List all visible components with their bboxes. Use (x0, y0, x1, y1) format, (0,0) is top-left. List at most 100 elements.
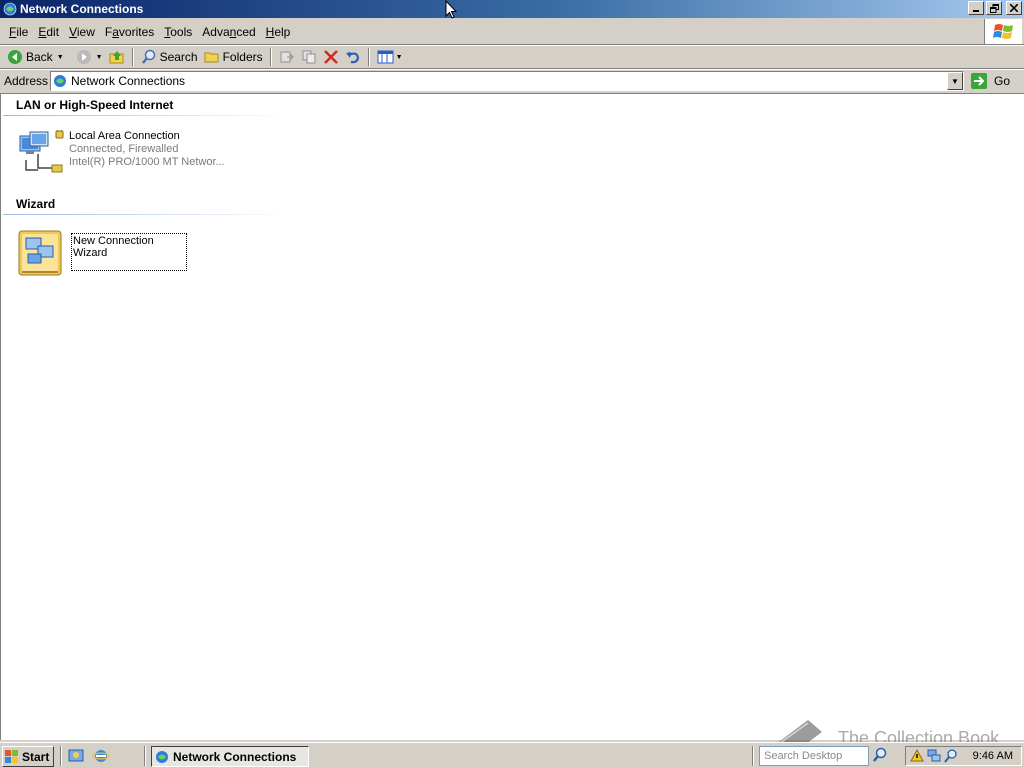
back-arrow-icon (8, 50, 22, 64)
desktop-search-input[interactable]: Search Desktop (759, 746, 869, 766)
toolbar-divider (131, 48, 134, 66)
address-value: Network Connections (71, 74, 186, 88)
new-connection-wizard-label[interactable]: New Connection Wizard (71, 233, 187, 271)
menu-favorites[interactable]: Favorites (100, 25, 159, 39)
windows-flag-icon (992, 24, 1013, 39)
network-connections-icon (3, 2, 17, 16)
go-label: Go (994, 74, 1011, 88)
quick-launch (68, 748, 110, 764)
local-area-connection-text: Local Area Connection Connected, Firewal… (69, 130, 225, 180)
back-dropdown-icon[interactable]: ▼ (57, 54, 64, 61)
minimize-icon (973, 10, 979, 12)
folders-icon (204, 52, 219, 63)
menu-accelerator: E (38, 25, 47, 39)
system-tray: 9:46 AM (905, 746, 1022, 766)
close-icon (1010, 4, 1018, 12)
minimize-button[interactable] (968, 1, 984, 15)
group-divider (3, 214, 293, 215)
standard-toolbar: Back ▼ ▼ Search Folders ▼ (0, 46, 1024, 68)
views-dropdown-icon[interactable]: ▼ (396, 54, 403, 61)
task-label: Network Connections (173, 749, 297, 764)
move-to-button[interactable] (276, 47, 298, 67)
connection-wizard-icon (18, 230, 62, 276)
mouse-cursor-icon (445, 0, 457, 19)
new-connection-wizard-item[interactable] (16, 228, 66, 278)
network-tray-icon[interactable] (927, 749, 941, 763)
clock: 9:46 AM (972, 750, 1013, 762)
taskbar: Start Network Connections Search Desktop… (0, 742, 1024, 768)
menu-bar: File Edit View Favorites Tools Advanced … (0, 22, 1024, 42)
forward-dropdown-icon[interactable]: ▼ (96, 54, 103, 61)
menu-accelerator: n (229, 25, 237, 39)
taskbar-divider (752, 746, 754, 766)
internet-explorer-icon[interactable] (92, 748, 110, 764)
address-field[interactable]: Network Connections ▼ (50, 71, 964, 91)
show-desktop-icon[interactable] (68, 748, 86, 764)
group-header-wizard: Wizard (16, 197, 56, 211)
forward-arrow-icon (76, 50, 91, 64)
menu-view[interactable]: View (64, 25, 100, 39)
taskbar-divider (60, 746, 62, 766)
network-connections-icon (54, 75, 66, 87)
taskbar-button-network-connections[interactable]: Network Connections (151, 746, 309, 767)
copy-to-button[interactable] (298, 47, 320, 67)
menu-accelerator: a (112, 25, 119, 39)
up-folder-button[interactable] (106, 47, 128, 67)
menu-advanced[interactable]: Advanced (197, 25, 260, 39)
group-header-lan: LAN or High-Speed Internet (16, 98, 174, 112)
menu-file[interactable]: File (4, 25, 33, 39)
window-title: Network Connections (20, 2, 144, 16)
network-connections-icon (156, 750, 168, 763)
desktop-search-placeholder: Search Desktop (764, 750, 843, 762)
folders-button[interactable]: Folders (201, 47, 266, 67)
toolbar-divider (367, 48, 370, 66)
title-bar[interactable]: Network Connections (0, 0, 1024, 18)
search-icon (141, 49, 155, 64)
back-button[interactable]: Back ▼ (4, 47, 67, 67)
connection-device: Intel(R) PRO/1000 MT Networ... (69, 156, 225, 168)
search-label: Search (159, 50, 198, 64)
caption-buttons (968, 1, 1022, 15)
folders-label: Folders (222, 50, 263, 64)
windows-logo (984, 19, 1022, 45)
search-button[interactable]: Search (138, 47, 201, 67)
views-icon (377, 50, 394, 64)
go-arrow-icon (971, 73, 987, 89)
menu-accelerator: T (164, 25, 171, 39)
undo-icon (345, 52, 359, 64)
windows-flag-icon (5, 750, 18, 763)
desktop-search-button[interactable] (872, 747, 888, 766)
connection-name: Local Area Connection (69, 130, 180, 142)
file-list-pane[interactable]: LAN or High-Speed Internet Local Area Co… (0, 93, 1024, 740)
go-button[interactable]: Go (970, 72, 1010, 90)
local-area-connection-item[interactable]: Local Area Connection Connected, Firewal… (16, 130, 225, 180)
folder-up-icon (109, 51, 124, 64)
undo-button[interactable] (342, 47, 364, 67)
start-label: Start (22, 749, 50, 764)
views-button[interactable]: ▼ (374, 47, 406, 67)
address-bar: Address Network Connections ▼ Go (0, 70, 1024, 92)
menu-help[interactable]: Help (261, 25, 296, 39)
menu-accelerator: H (265, 25, 275, 39)
menu-accelerator: F (9, 25, 17, 39)
address-label: Address (4, 74, 49, 88)
taskbar-divider (144, 746, 146, 766)
close-button[interactable] (1006, 1, 1022, 15)
chevron-down-icon: ▼ (951, 76, 959, 86)
security-alert-icon[interactable] (910, 749, 924, 763)
restore-icon (989, 3, 999, 13)
menu-edit[interactable]: Edit (33, 25, 64, 39)
menu-tools[interactable]: Tools (159, 25, 197, 39)
delete-button[interactable] (320, 47, 342, 67)
start-button[interactable]: Start (2, 746, 54, 767)
desktop-search-tray-icon[interactable] (944, 749, 958, 763)
move-to-icon (280, 51, 294, 63)
forward-button[interactable]: ▼ (73, 47, 106, 67)
menu-accelerator: V (69, 25, 77, 39)
restore-button[interactable] (986, 1, 1002, 15)
delete-x-icon (323, 50, 338, 64)
address-dropdown-button[interactable]: ▼ (947, 72, 963, 90)
toolbar-divider (269, 48, 272, 66)
copy-to-icon (302, 50, 316, 64)
connection-status: Connected, Firewalled (69, 143, 179, 155)
